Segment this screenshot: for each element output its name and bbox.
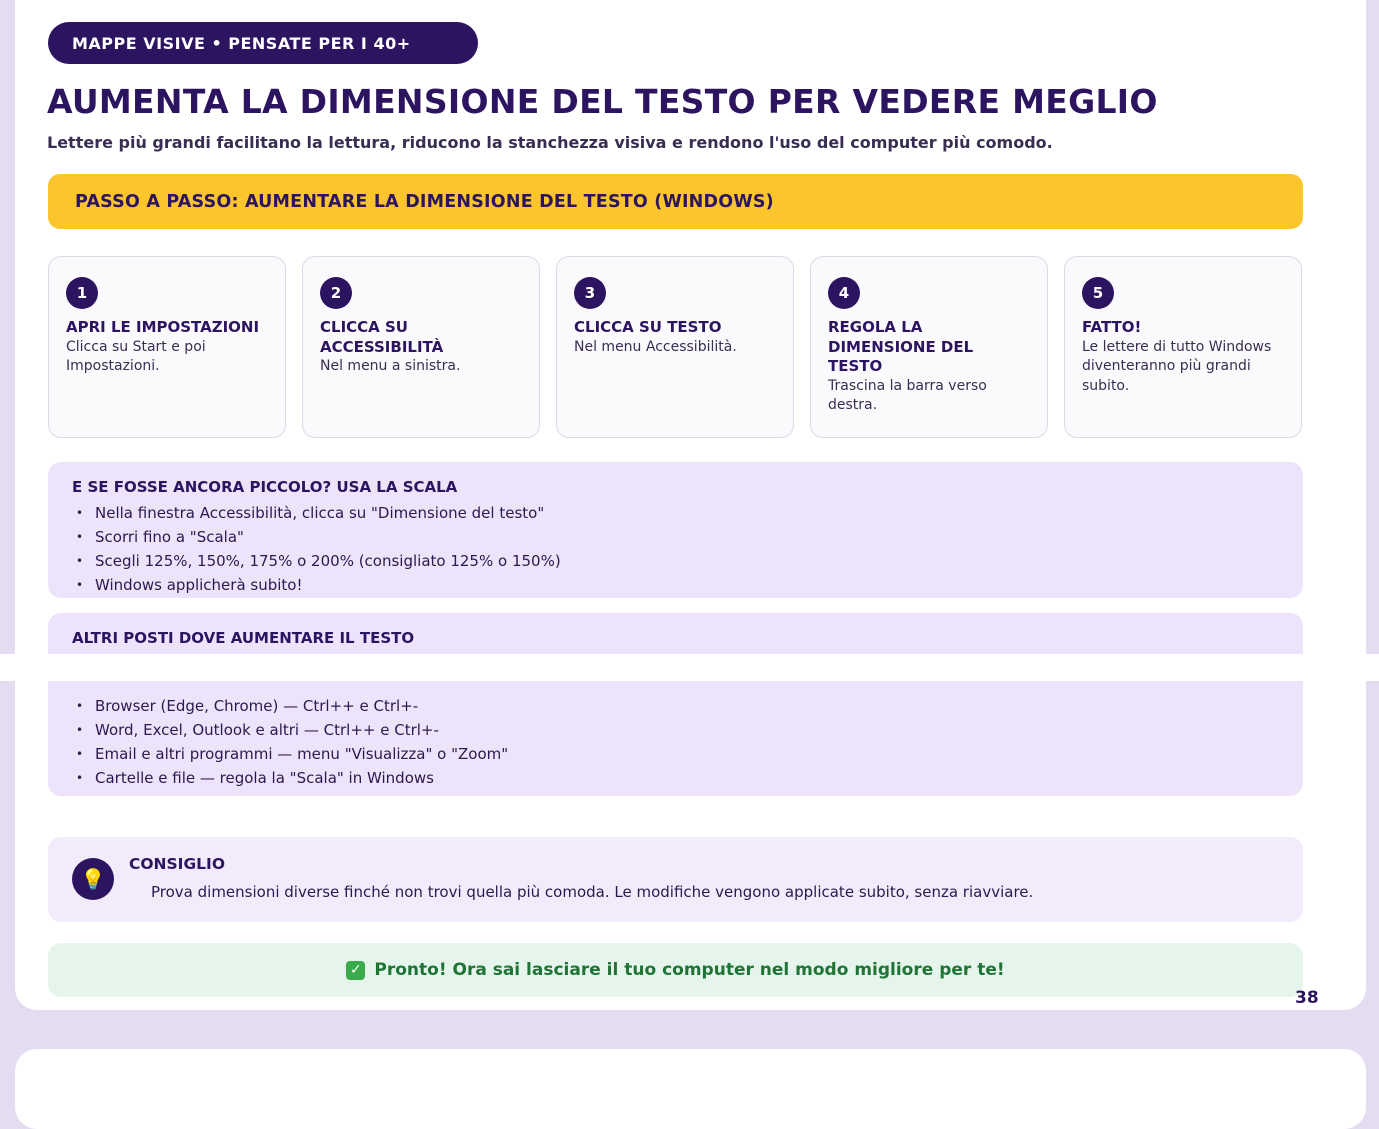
step-description: Nel menu Accessibilità. [574, 338, 737, 355]
step-title: CLICCA SU TESTO [574, 318, 722, 336]
list-item: Browser (Edge, Chrome) — Ctrl++ e Ctrl+- [76, 694, 1279, 718]
step-card-4: 4 REGOLA LA DIMENSIONE DEL TESTO Trascin… [810, 256, 1048, 438]
step-title: FATTO! [1082, 318, 1142, 336]
step-card-5: 5 FATTO! Le lettere di tutto Windows div… [1064, 256, 1302, 438]
success-text: Pronto! Ora sai lasciare il tuo computer… [374, 960, 1005, 980]
list-item: Word, Excel, Outlook e altri — Ctrl++ e … [76, 718, 1279, 742]
other-box-title: ALTRI POSTI DOVE AUMENTARE IL TESTO [72, 629, 415, 647]
step-card-2: 2 CLICCA SU ACCESSIBILITÀ Nel menu a sin… [302, 256, 540, 438]
list-item: Windows applicherà subito! [76, 573, 1279, 597]
list-item: Scorri fino a "Scala" [76, 525, 1279, 549]
steps-row: 1 APRI LE IMPOSTAZIONI Clicca su Start e… [48, 256, 1303, 438]
list-item: Email e altri programmi — menu "Visualiz… [76, 742, 1279, 766]
success-banner: ✓ Pronto! Ora sai lasciare il tuo comput… [48, 943, 1303, 997]
list-item: Nella finestra Accessibilità, clicca su … [76, 501, 1279, 525]
step-number-badge: 5 [1082, 277, 1114, 309]
list-item: Scegli 125%, 150%, 175% o 200% (consigli… [76, 549, 1279, 573]
step-card-3: 3 CLICCA SU TESTO Nel menu Accessibilità… [556, 256, 794, 438]
step-description: Trascina la barra verso destra. [828, 377, 987, 414]
lightbulb-icon: 💡 [72, 858, 114, 900]
step-number-badge: 1 [66, 277, 98, 309]
page-break-strip [0, 654, 1379, 681]
page-number: 38 [1295, 988, 1319, 1008]
other-places-list: Browser (Edge, Chrome) — Ctrl++ e Ctrl+-… [72, 694, 1279, 790]
scale-list: Nella finestra Accessibilità, clicca su … [72, 501, 1279, 597]
category-pill: MAPPE VISIVE • PENSATE PER I 40+ [48, 22, 478, 64]
steps-banner: PASSO A PASSO: AUMENTARE LA DIMENSIONE D… [48, 174, 1303, 229]
page-title: AUMENTA LA DIMENSIONE DEL TESTO PER VEDE… [47, 82, 1158, 121]
scale-box-title: E SE FOSSE ANCORA PICCOLO? USA LA SCALA [72, 478, 458, 496]
step-number-badge: 3 [574, 277, 606, 309]
step-title: REGOLA LA DIMENSIONE DEL TESTO [828, 318, 974, 375]
tip-title: CONSIGLIO [129, 855, 225, 873]
scale-info-box: E SE FOSSE ANCORA PICCOLO? USA LA SCALA … [48, 462, 1303, 598]
tip-text: Prova dimensioni diverse finché non trov… [151, 883, 1034, 901]
tip-box: 💡 CONSIGLIO Prova dimensioni diverse fin… [48, 837, 1303, 922]
page-subtitle: Lettere più grandi facilitano la lettura… [47, 133, 1053, 152]
list-item: Cartelle e file — regola la "Scala" in W… [76, 766, 1279, 790]
step-description: Nel menu a sinistra. [320, 358, 461, 374]
step-description: Clicca su Start e poi Impostazioni. [66, 338, 206, 375]
step-title: APRI LE IMPOSTAZIONI [66, 318, 260, 336]
step-title: CLICCA SU ACCESSIBILITÀ [320, 318, 444, 356]
step-card-1: 1 APRI LE IMPOSTAZIONI Clicca su Start e… [48, 256, 286, 438]
other-places-box: ALTRI POSTI DOVE AUMENTARE IL TESTO Brow… [48, 613, 1303, 796]
check-icon: ✓ [346, 960, 366, 980]
step-number-badge: 4 [828, 277, 860, 309]
next-page-card [15, 1049, 1366, 1129]
step-description: Le lettere di tutto Windows diventeranno… [1082, 338, 1272, 394]
step-number-badge: 2 [320, 277, 352, 309]
